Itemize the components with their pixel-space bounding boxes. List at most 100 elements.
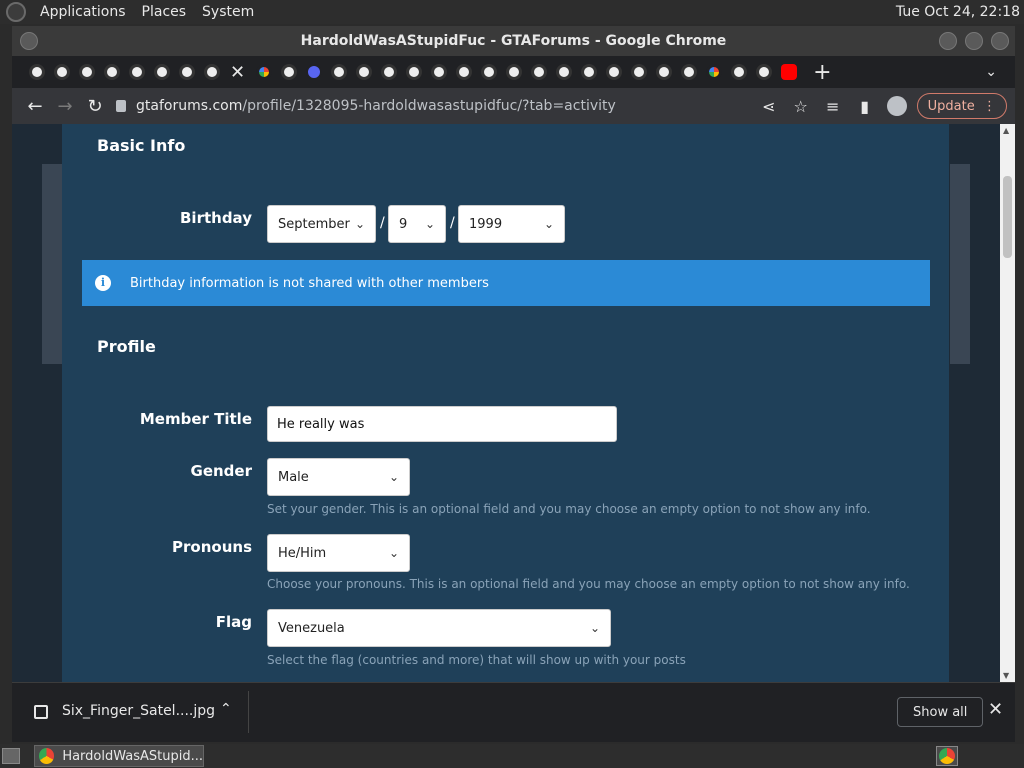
taskbar-window-label: HardoldWasAStupid... bbox=[62, 748, 203, 764]
flag-label: Flag bbox=[215, 613, 252, 631]
url-host: gtaforums.com bbox=[136, 98, 243, 114]
panel-clock[interactable]: Tue Oct 24, 22:18 bbox=[896, 0, 1020, 24]
share-icon[interactable]: ⋖ bbox=[753, 97, 785, 116]
pronouns-hint: Choose your pronouns. This is an optiona… bbox=[267, 577, 910, 591]
tab-gtaforums[interactable] bbox=[555, 64, 572, 80]
birthday-info-text: Birthday information is not shared with … bbox=[130, 275, 489, 291]
birthday-label: Birthday bbox=[180, 209, 252, 227]
show-desktop-icon[interactable] bbox=[2, 748, 20, 764]
tab-gtaforums[interactable] bbox=[480, 64, 497, 80]
chevron-down-icon: ⌄ bbox=[589, 621, 600, 635]
birthday-month-value: September bbox=[278, 216, 350, 232]
download-file-name[interactable]: Six_Finger_Satel....jpg bbox=[62, 703, 215, 719]
tab-google[interactable] bbox=[705, 64, 722, 80]
member-title-value: He really was bbox=[277, 416, 365, 432]
tab-gtaforums[interactable] bbox=[680, 64, 697, 80]
birthday-info-banner: i Birthday information is not shared wit… bbox=[82, 260, 930, 306]
maximize-icon[interactable] bbox=[965, 32, 983, 50]
chrome-icon bbox=[39, 748, 55, 764]
distro-logo-icon[interactable] bbox=[6, 2, 26, 22]
gender-select[interactable]: Male ⌄ bbox=[267, 458, 410, 496]
tab-gtaforums[interactable] bbox=[655, 64, 672, 80]
page-scrollbar[interactable]: ▲ ▼ bbox=[1000, 124, 1015, 682]
tab-gtaforums[interactable] bbox=[530, 64, 547, 80]
gender-value: Male bbox=[278, 469, 309, 485]
forward-icon[interactable]: → bbox=[50, 96, 80, 117]
window-title: HardoldWasAStupidFuc - GTAForums - Googl… bbox=[300, 33, 727, 49]
side-panel-icon[interactable]: ▮ bbox=[849, 97, 881, 116]
chevron-down-icon: ⌄ bbox=[543, 217, 554, 231]
close-tab-icon[interactable]: ✕ bbox=[230, 62, 245, 83]
minimize-icon[interactable] bbox=[939, 32, 957, 50]
birthday-day-select[interactable]: 9 ⌄ bbox=[388, 205, 446, 243]
tab-gtaforums[interactable] bbox=[53, 64, 70, 80]
tab-gtaforums[interactable] bbox=[605, 64, 622, 80]
birthday-month-select[interactable]: September ⌄ bbox=[267, 205, 376, 243]
tab-gtaforums[interactable] bbox=[178, 64, 195, 80]
new-tab-icon[interactable]: + bbox=[813, 60, 831, 85]
back-icon[interactable]: ← bbox=[20, 96, 50, 117]
tab-gtaforums[interactable] bbox=[103, 64, 120, 80]
chrome-icon bbox=[939, 748, 955, 764]
close-window-icon[interactable] bbox=[991, 32, 1009, 50]
date-separator: / bbox=[450, 215, 455, 231]
tab-gtaforums[interactable] bbox=[580, 64, 597, 80]
chevron-down-icon: ⌄ bbox=[388, 546, 399, 560]
tab-gtaforums[interactable] bbox=[153, 64, 170, 80]
taskbar-window-button[interactable]: HardoldWasAStupid... bbox=[34, 745, 204, 767]
tab-google[interactable] bbox=[255, 64, 272, 80]
tab-gtaforums[interactable] bbox=[128, 64, 145, 80]
profile-avatar-icon[interactable] bbox=[886, 96, 907, 116]
pronouns-label: Pronouns bbox=[172, 538, 252, 556]
tab-discord[interactable] bbox=[305, 64, 322, 80]
tab-strip: ✕ + ⌄ bbox=[12, 56, 1015, 88]
window-titlebar[interactable]: HardoldWasAStupidFuc - GTAForums - Googl… bbox=[12, 26, 1015, 56]
tab-gtaforums[interactable] bbox=[203, 64, 220, 80]
download-divider bbox=[248, 691, 249, 733]
tab-gtaforums[interactable] bbox=[455, 64, 472, 80]
page-viewport: Basic Info Birthday September ⌄ / 9 ⌄ / … bbox=[12, 124, 1015, 682]
chevron-down-icon: ⌄ bbox=[388, 470, 399, 484]
tab-gtaforums[interactable] bbox=[28, 64, 45, 80]
tab-gtaforums[interactable] bbox=[280, 64, 297, 80]
browser-window: HardoldWasAStupidFuc - GTAForums - Googl… bbox=[12, 26, 1015, 742]
tab-youtube[interactable] bbox=[780, 64, 797, 80]
info-icon: i bbox=[95, 275, 111, 291]
flag-hint: Select the flag (countries and more) tha… bbox=[267, 653, 686, 667]
scroll-up-icon[interactable]: ▲ bbox=[1003, 126, 1009, 135]
scroll-down-icon[interactable]: ▼ bbox=[1003, 671, 1009, 680]
update-button[interactable]: Update ⋮ bbox=[916, 93, 1007, 119]
tray-chrome-icon[interactable] bbox=[936, 746, 958, 766]
tab-gtaforums[interactable] bbox=[730, 64, 747, 80]
window-menu-icon[interactable] bbox=[20, 32, 38, 50]
address-bar[interactable]: gtaforums.com /profile/1328095-hardoldwa… bbox=[110, 92, 753, 120]
lock-icon[interactable] bbox=[116, 100, 126, 112]
show-all-button[interactable]: Show all bbox=[897, 697, 984, 727]
date-separator: / bbox=[380, 215, 385, 231]
flag-select[interactable]: Venezuela ⌄ bbox=[267, 609, 611, 647]
member-title-input[interactable]: He really was bbox=[267, 406, 617, 442]
media-queue-icon[interactable]: ≡ bbox=[817, 97, 849, 116]
tab-gtaforums[interactable] bbox=[78, 64, 95, 80]
applications-menu[interactable]: Applications bbox=[32, 0, 134, 24]
scroll-thumb[interactable] bbox=[1003, 176, 1012, 258]
tab-gtaforums[interactable] bbox=[355, 64, 372, 80]
tab-gtaforums[interactable] bbox=[405, 64, 422, 80]
tab-gtaforums[interactable] bbox=[755, 64, 772, 80]
tab-gtaforums[interactable] bbox=[430, 64, 447, 80]
tab-gtaforums[interactable] bbox=[380, 64, 397, 80]
chevron-up-icon[interactable]: ⌃ bbox=[220, 701, 232, 717]
places-menu[interactable]: Places bbox=[134, 0, 195, 24]
tab-gtaforums[interactable] bbox=[505, 64, 522, 80]
bookmark-star-icon[interactable]: ☆ bbox=[785, 97, 817, 116]
close-icon[interactable]: ✕ bbox=[988, 699, 1003, 720]
reload-icon[interactable]: ↻ bbox=[80, 96, 110, 117]
gender-label: Gender bbox=[190, 462, 252, 480]
birthday-year-select[interactable]: 1999 ⌄ bbox=[458, 205, 565, 243]
tab-gtaforums[interactable] bbox=[630, 64, 647, 80]
tab-search-chevron-icon[interactable]: ⌄ bbox=[985, 64, 997, 80]
system-menu[interactable]: System bbox=[194, 0, 262, 24]
tab-gtaforums[interactable] bbox=[330, 64, 347, 80]
pronouns-select[interactable]: He/Him ⌄ bbox=[267, 534, 410, 572]
download-bar: Six_Finger_Satel....jpg ⌃ Show all ✕ bbox=[12, 682, 1015, 742]
